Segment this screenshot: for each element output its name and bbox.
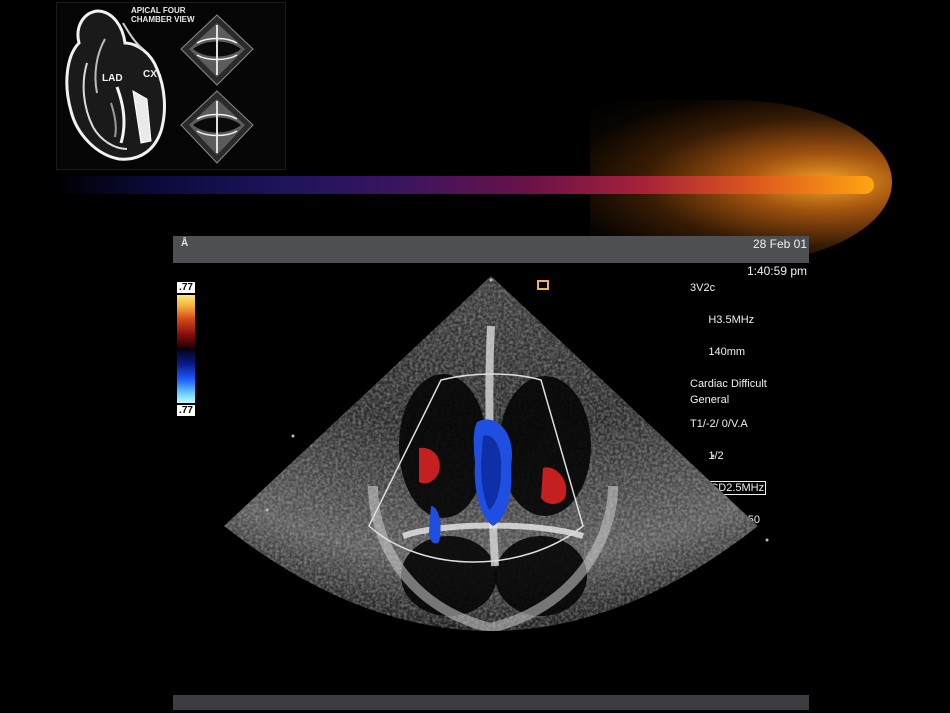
- heart-illustration: [65, 9, 254, 164]
- echo-sector-image: [224, 276, 769, 631]
- apical-four-chamber-diagram: APICAL FOUR CHAMBER VIEW LAD CX: [56, 2, 286, 170]
- diagram-title: APICAL FOUR CHAMBER VIEW: [131, 6, 195, 24]
- echocardiogram-panel: Å 28 Feb 01 1:40:59 pm .77 .77 3V2c H3.5…: [173, 236, 809, 710]
- label-lad: LAD: [102, 73, 123, 84]
- label-cx: CX: [143, 69, 157, 80]
- gradient-beam-bar: [54, 176, 874, 194]
